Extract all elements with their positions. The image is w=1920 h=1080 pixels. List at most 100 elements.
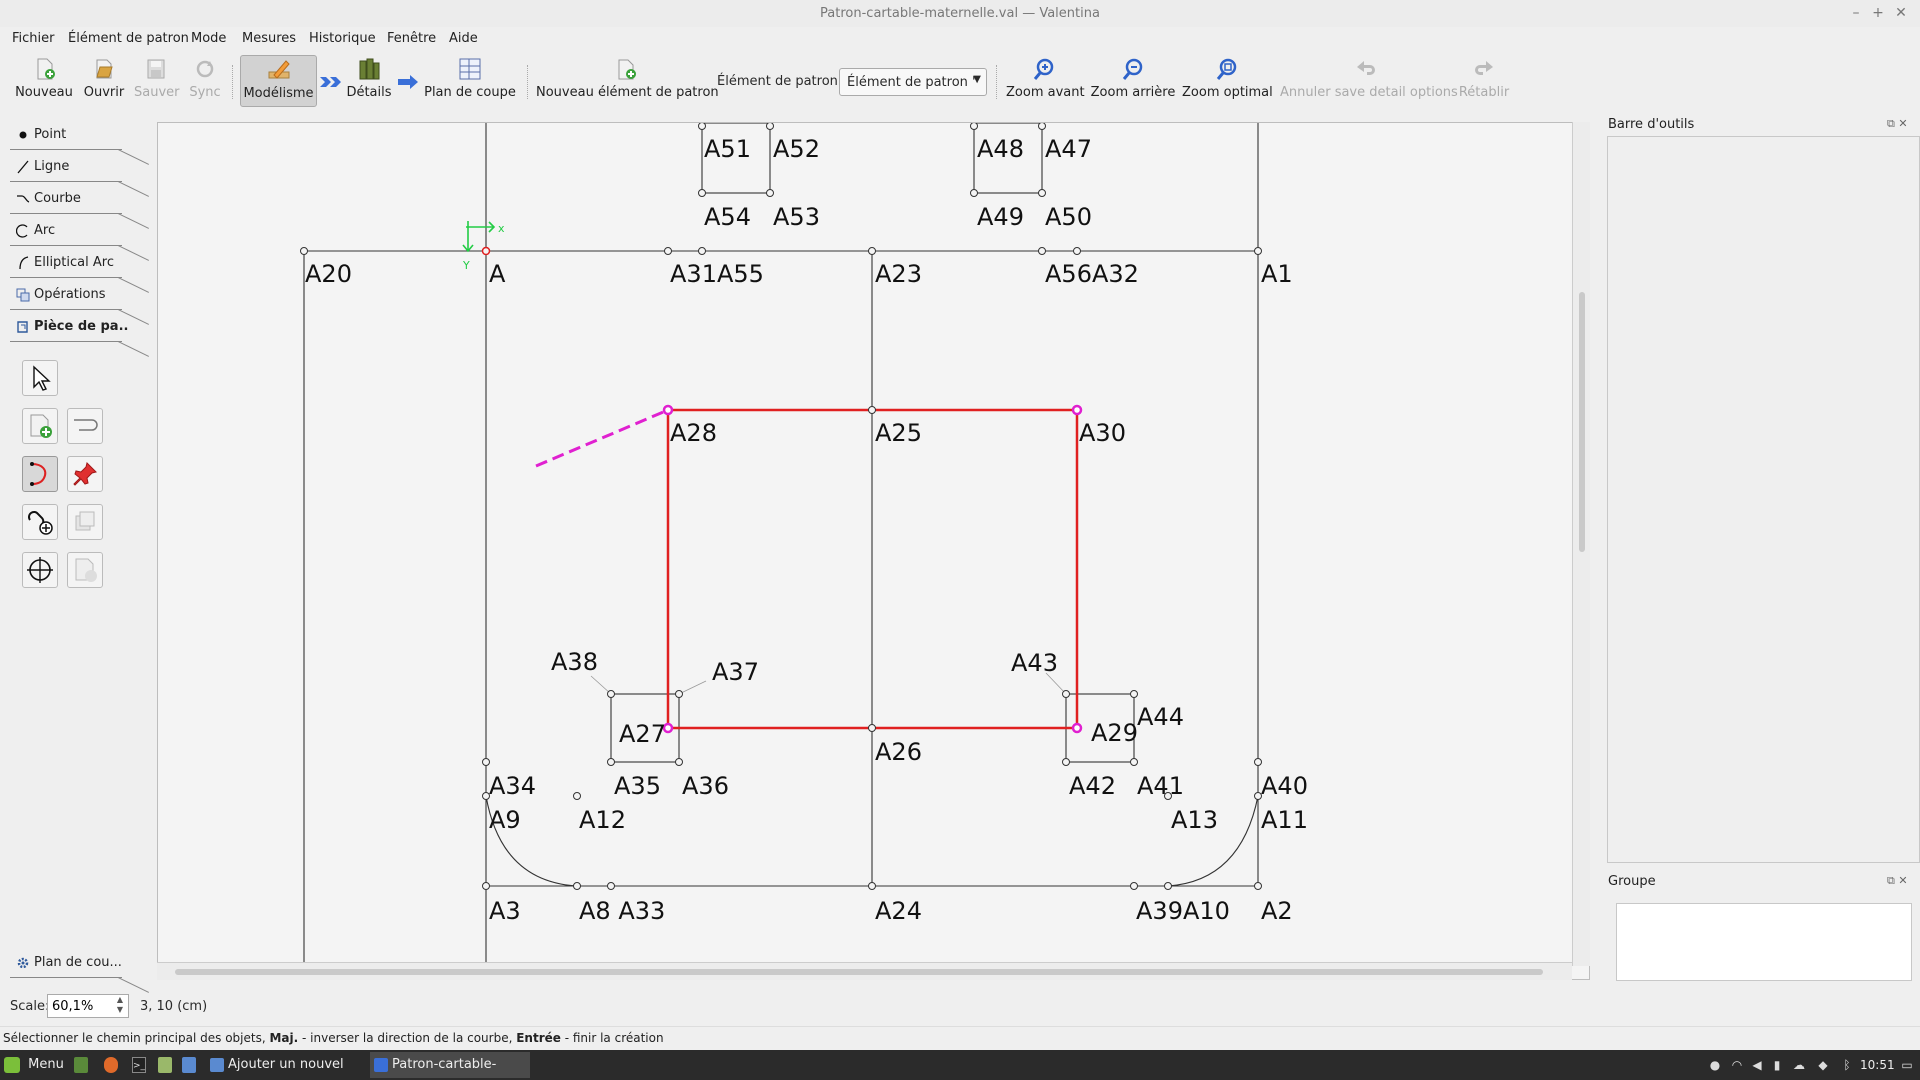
piece-path-button[interactable] <box>67 408 103 444</box>
gear-icon <box>17 957 29 969</box>
point-label: A42 <box>1069 772 1116 800</box>
close-button[interactable]: ✕ <box>1890 0 1912 27</box>
menu-fichier[interactable]: Fichier <box>10 29 57 49</box>
menu-element-de-patron[interactable]: Élément de patron <box>66 29 191 49</box>
pattern-pieces-icon <box>359 58 380 80</box>
tab-point[interactable]: Point <box>10 122 150 165</box>
bluetooth-icon[interactable]: ᛒ <box>1840 1057 1854 1073</box>
point-label: A44 <box>1137 703 1184 731</box>
clock[interactable]: 10:51 <box>1860 1050 1895 1080</box>
zoom-in-button[interactable]: Zoom avant <box>1006 55 1085 107</box>
axis-y-label: Y <box>462 259 470 272</box>
arc-icon <box>16 224 28 238</box>
operations-icon <box>16 288 30 302</box>
layout-mode-button[interactable]: Plan de coupe <box>424 55 516 107</box>
start-menu-button[interactable]: Menu <box>4 1050 64 1080</box>
pattern-piece-select[interactable]: Élément de patron ' ▼ <box>839 68 987 96</box>
point-label: A30 <box>1079 419 1126 447</box>
pattern-piece-select-value: Élément de patron ' <box>847 75 976 90</box>
open-button[interactable]: Ouvrir <box>82 55 126 107</box>
taskbar-item-valentina[interactable]: Patron-cartable-mat... <box>370 1052 530 1078</box>
drawing-canvas[interactable]: x Y A51 A52 A48 A47 A54 A53 A49 A50 A20 … <box>157 122 1590 980</box>
undo-button[interactable]: Annuler save detail options <box>1280 55 1458 107</box>
insert-node-button[interactable] <box>67 552 103 588</box>
menu-fenetre[interactable]: Fenêtre <box>385 29 438 49</box>
curve-icon <box>17 195 30 203</box>
shield-icon[interactable]: ◆ <box>1816 1057 1830 1073</box>
new-detail-button[interactable] <box>22 408 58 444</box>
scroll-thumb[interactable] <box>175 969 1543 975</box>
scroll-thumb[interactable] <box>1579 292 1585 552</box>
battery-icon[interactable]: ▮ <box>1770 1057 1784 1073</box>
notifications-icon[interactable]: ▭ <box>1900 1057 1914 1073</box>
tab-operations[interactable]: Opérations <box>10 282 150 325</box>
point-label: A49 <box>977 203 1024 231</box>
menu-historique[interactable]: Historique <box>307 29 378 49</box>
minimize-button[interactable]: – <box>1845 0 1867 27</box>
line-icon <box>17 160 29 174</box>
arrow-right-icon <box>398 75 418 89</box>
point-label: A23 <box>875 260 922 288</box>
network-icon[interactable]: ◠ <box>1730 1057 1744 1073</box>
tab-elliptical-arc[interactable]: Elliptical Arc <box>10 250 150 293</box>
duplicate-button[interactable] <box>67 504 103 540</box>
pencil-ruler-icon <box>268 60 290 79</box>
new-pattern-piece-button[interactable]: Nouveau élément de patron <box>536 55 719 107</box>
point-label: A12 <box>579 806 626 834</box>
main-toolbar: Nouveau Ouvrir Sauver Sync Modélisme Dét… <box>0 51 1920 111</box>
horizontal-scrollbar[interactable] <box>157 962 1572 980</box>
spin-arrows-icon[interactable]: ▲ ▼ <box>113 995 127 1017</box>
redo-button[interactable]: Rétablir <box>1457 55 1511 107</box>
cursor-coordinates: 3, 10 (cm) <box>140 999 208 1014</box>
user-icon[interactable]: ● <box>1708 1057 1722 1073</box>
tab-line[interactable]: Ligne <box>10 154 150 197</box>
volume-icon[interactable]: ◀ <box>1750 1057 1764 1073</box>
cloud-icon[interactable]: ☁ <box>1792 1057 1806 1073</box>
files-icon[interactable] <box>158 1057 172 1073</box>
modelisme-mode-button[interactable]: Modélisme <box>240 55 317 107</box>
new-button[interactable]: Nouveau <box>14 55 74 107</box>
point-label: A56A32 <box>1045 260 1139 288</box>
dock-float-close-icons[interactable]: ⧉ ✕ <box>1887 117 1908 131</box>
window-title: Patron-cartable-maternelle.val — Valenti… <box>820 6 1100 21</box>
add-piece-icon <box>30 414 52 438</box>
save-button[interactable]: Sauver <box>134 55 180 107</box>
anchor-point-button[interactable] <box>22 552 58 588</box>
chevron-down-icon: ▼ <box>973 74 981 85</box>
pattern-piece-icon <box>17 321 28 333</box>
show-desktop-icon[interactable] <box>74 1057 88 1073</box>
terminal-icon[interactable]: >_ <box>132 1057 146 1073</box>
tab-pattern-piece[interactable]: Pièce de pa.. <box>10 314 150 357</box>
union-details-button[interactable] <box>22 504 58 540</box>
details-mode-button[interactable]: Détails <box>345 55 393 107</box>
scale-row: Scale: ▲▼ 3, 10 (cm) <box>0 992 1920 1020</box>
tab-curve[interactable]: Courbe <box>10 186 150 229</box>
point-label: A47 <box>1045 135 1092 163</box>
zoom-fit-button[interactable]: Zoom optimal <box>1182 55 1273 107</box>
menu-mode[interactable]: Mode <box>189 29 228 49</box>
select-pointer-button[interactable] <box>22 360 58 396</box>
main-path-button[interactable] <box>22 456 58 492</box>
sync-button[interactable]: Sync <box>186 55 224 107</box>
zoom-out-button[interactable]: Zoom arrière <box>1090 55 1176 107</box>
menu-mesures[interactable]: Mesures <box>240 29 298 49</box>
maximize-button[interactable]: + <box>1867 0 1889 27</box>
dock-float-close-icons[interactable]: ⧉ ✕ <box>1887 874 1908 888</box>
duplicate-icon <box>75 511 95 531</box>
undo-icon <box>1357 61 1375 75</box>
firefox-icon[interactable] <box>104 1057 118 1073</box>
taskbar-item-browser[interactable]: Ajouter un nouvel ar... <box>206 1052 366 1078</box>
point-label: A37 <box>712 658 759 686</box>
pin-button[interactable] <box>67 456 103 492</box>
point-label: A27 <box>619 720 666 748</box>
tab-layout-settings[interactable]: Plan de cou... <box>10 950 150 993</box>
point-label: A53 <box>773 203 820 231</box>
tab-arc[interactable]: Arc <box>10 218 150 261</box>
app-icon[interactable] <box>182 1057 196 1073</box>
point-label: A43 <box>1011 649 1058 677</box>
vertical-scrollbar[interactable] <box>1572 122 1590 966</box>
origin-axes-icon <box>462 221 496 253</box>
scale-label: Scale: <box>10 999 50 1014</box>
menu-aide[interactable]: Aide <box>447 29 480 49</box>
point-label: A40 <box>1261 772 1308 800</box>
